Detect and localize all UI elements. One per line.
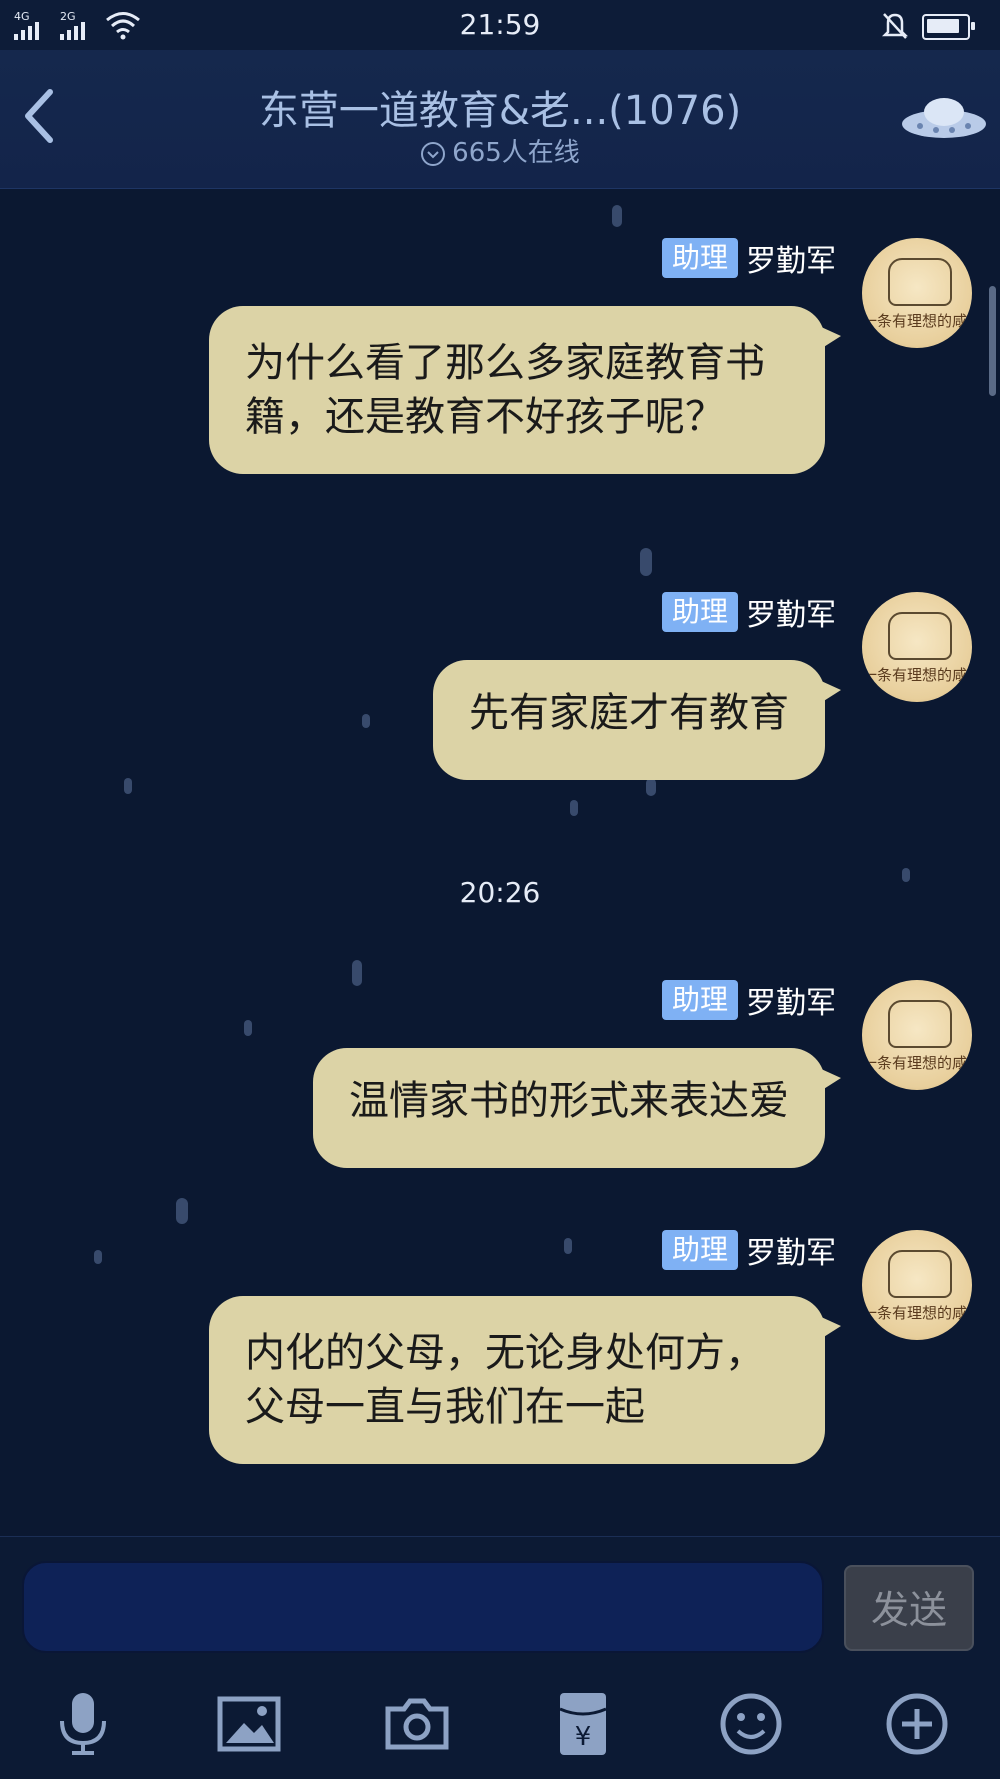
avatar[interactable]: 一条有理想的咸鱼 bbox=[862, 238, 972, 348]
online-count[interactable]: 665人在线 bbox=[0, 132, 1000, 169]
role-badge: 助理 bbox=[661, 980, 738, 1020]
avatar-caption: 一条有理想的咸鱼 bbox=[862, 312, 972, 330]
message-timestamp: 20:26 bbox=[459, 876, 541, 909]
message-bubble[interactable]: 先有家庭才有教育 bbox=[433, 660, 841, 780]
status-time: 21:59 bbox=[459, 8, 541, 41]
sender-line: 助理 罗勤军 bbox=[661, 1228, 836, 1272]
avatar[interactable]: 一条有理想的咸鱼 bbox=[862, 980, 972, 1090]
sender-line: 助理 罗勤军 bbox=[661, 590, 836, 634]
ufo-icon[interactable] bbox=[898, 90, 990, 146]
message-input[interactable] bbox=[22, 1561, 824, 1653]
sender-name[interactable]: 罗勤军 bbox=[746, 978, 836, 1022]
scrollbar[interactable] bbox=[989, 286, 996, 396]
sender-line: 助理 罗勤军 bbox=[661, 236, 836, 280]
send-button[interactable]: 发送 bbox=[844, 1565, 974, 1651]
cat-illustration bbox=[888, 1250, 952, 1298]
mute-bell-icon bbox=[881, 13, 909, 39]
avatar[interactable]: 一条有理想的咸鱼 bbox=[862, 592, 972, 702]
input-bar: 发送 ¥ bbox=[0, 1536, 1000, 1779]
emoji-icon[interactable] bbox=[716, 1689, 786, 1759]
role-badge: 助理 bbox=[661, 592, 738, 632]
chevron-down-circle-icon bbox=[421, 141, 446, 166]
sender-name[interactable]: 罗勤军 bbox=[746, 236, 836, 280]
battery-icon bbox=[922, 14, 975, 40]
battery-level bbox=[927, 19, 959, 33]
online-count-text: 665人在线 bbox=[452, 138, 580, 168]
chat-header: 东营一道教育&老...(1076) 665人在线 bbox=[0, 50, 1000, 189]
mic-icon[interactable] bbox=[48, 1689, 118, 1759]
avatar-caption: 一条有理想的咸鱼 bbox=[862, 1054, 972, 1072]
message-list[interactable]: 助理 罗勤军 一条有理想的咸鱼 为什么看了那么多家庭教育书籍，还是教育不好孩子呢… bbox=[0, 188, 1000, 1536]
role-badge: 助理 bbox=[661, 238, 738, 278]
avatar[interactable]: 一条有理想的咸鱼 bbox=[862, 1230, 972, 1340]
image-icon[interactable] bbox=[214, 1689, 284, 1759]
sender-name[interactable]: 罗勤军 bbox=[746, 590, 836, 634]
camera-icon[interactable] bbox=[382, 1689, 452, 1759]
avatar-caption: 一条有理想的咸鱼 bbox=[862, 666, 972, 684]
message-bubble[interactable]: 为什么看了那么多家庭教育书籍，还是教育不好孩子呢？ bbox=[209, 306, 841, 474]
message-bubble[interactable]: 温情家书的形式来表达爱 bbox=[313, 1048, 841, 1168]
svg-text:¥: ¥ bbox=[575, 1722, 592, 1752]
avatar-caption: 一条有理想的咸鱼 bbox=[862, 1304, 972, 1322]
sender-line: 助理 罗勤军 bbox=[661, 978, 836, 1022]
cat-illustration bbox=[888, 612, 952, 660]
role-badge: 助理 bbox=[661, 1230, 738, 1270]
sender-name[interactable]: 罗勤军 bbox=[746, 1228, 836, 1272]
group-title[interactable]: 东营一道教育&老...(1076) bbox=[0, 78, 1000, 136]
plus-icon[interactable] bbox=[882, 1689, 952, 1759]
message-bubble[interactable]: 内化的父母，无论身处何方，父母一直与我们在一起 bbox=[209, 1296, 841, 1464]
cat-illustration bbox=[888, 258, 952, 306]
cat-illustration bbox=[888, 1000, 952, 1048]
status-bar: 4G 2G 21:59 bbox=[0, 0, 1000, 50]
red-packet-icon[interactable]: ¥ bbox=[548, 1689, 618, 1759]
